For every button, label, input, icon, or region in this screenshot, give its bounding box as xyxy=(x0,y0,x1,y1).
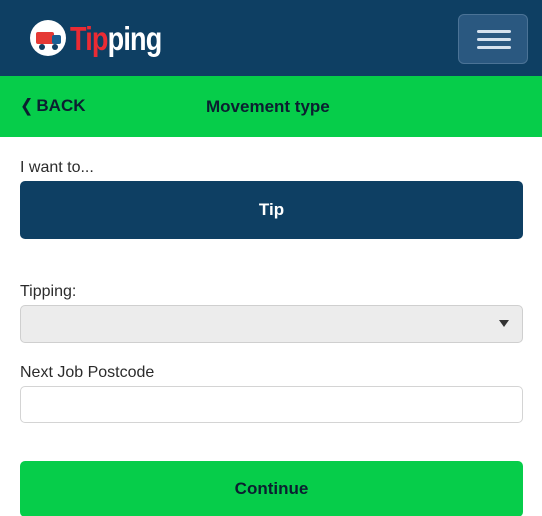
menu-button[interactable] xyxy=(458,14,528,64)
postcode-label: Next Job Postcode xyxy=(20,364,155,381)
logo-text-red: Tip xyxy=(70,19,108,57)
back-button[interactable]: ❮ BACK xyxy=(20,96,86,116)
logo-text-white: ping xyxy=(107,19,163,57)
logo-text: Tipping xyxy=(70,19,163,57)
tipping-label: Tipping: xyxy=(20,283,77,300)
back-label: BACK xyxy=(36,96,86,115)
intent-label: I want to... xyxy=(20,159,94,176)
page-title: Movement type xyxy=(206,97,330,116)
tip-button[interactable]: Tip xyxy=(20,181,523,239)
tipping-select[interactable] xyxy=(20,305,523,343)
postcode-input[interactable] xyxy=(20,386,523,423)
chevron-left-icon: ❮ xyxy=(20,97,34,116)
truck-logo-icon xyxy=(30,20,66,56)
top-navbar: Tipping xyxy=(0,0,542,76)
tipping-logo[interactable]: Tipping xyxy=(30,18,182,58)
dropdown-caret-icon xyxy=(499,320,509,327)
continue-button[interactable]: Continue xyxy=(20,461,523,516)
sub-header: ❮ BACK Movement type xyxy=(0,76,542,137)
